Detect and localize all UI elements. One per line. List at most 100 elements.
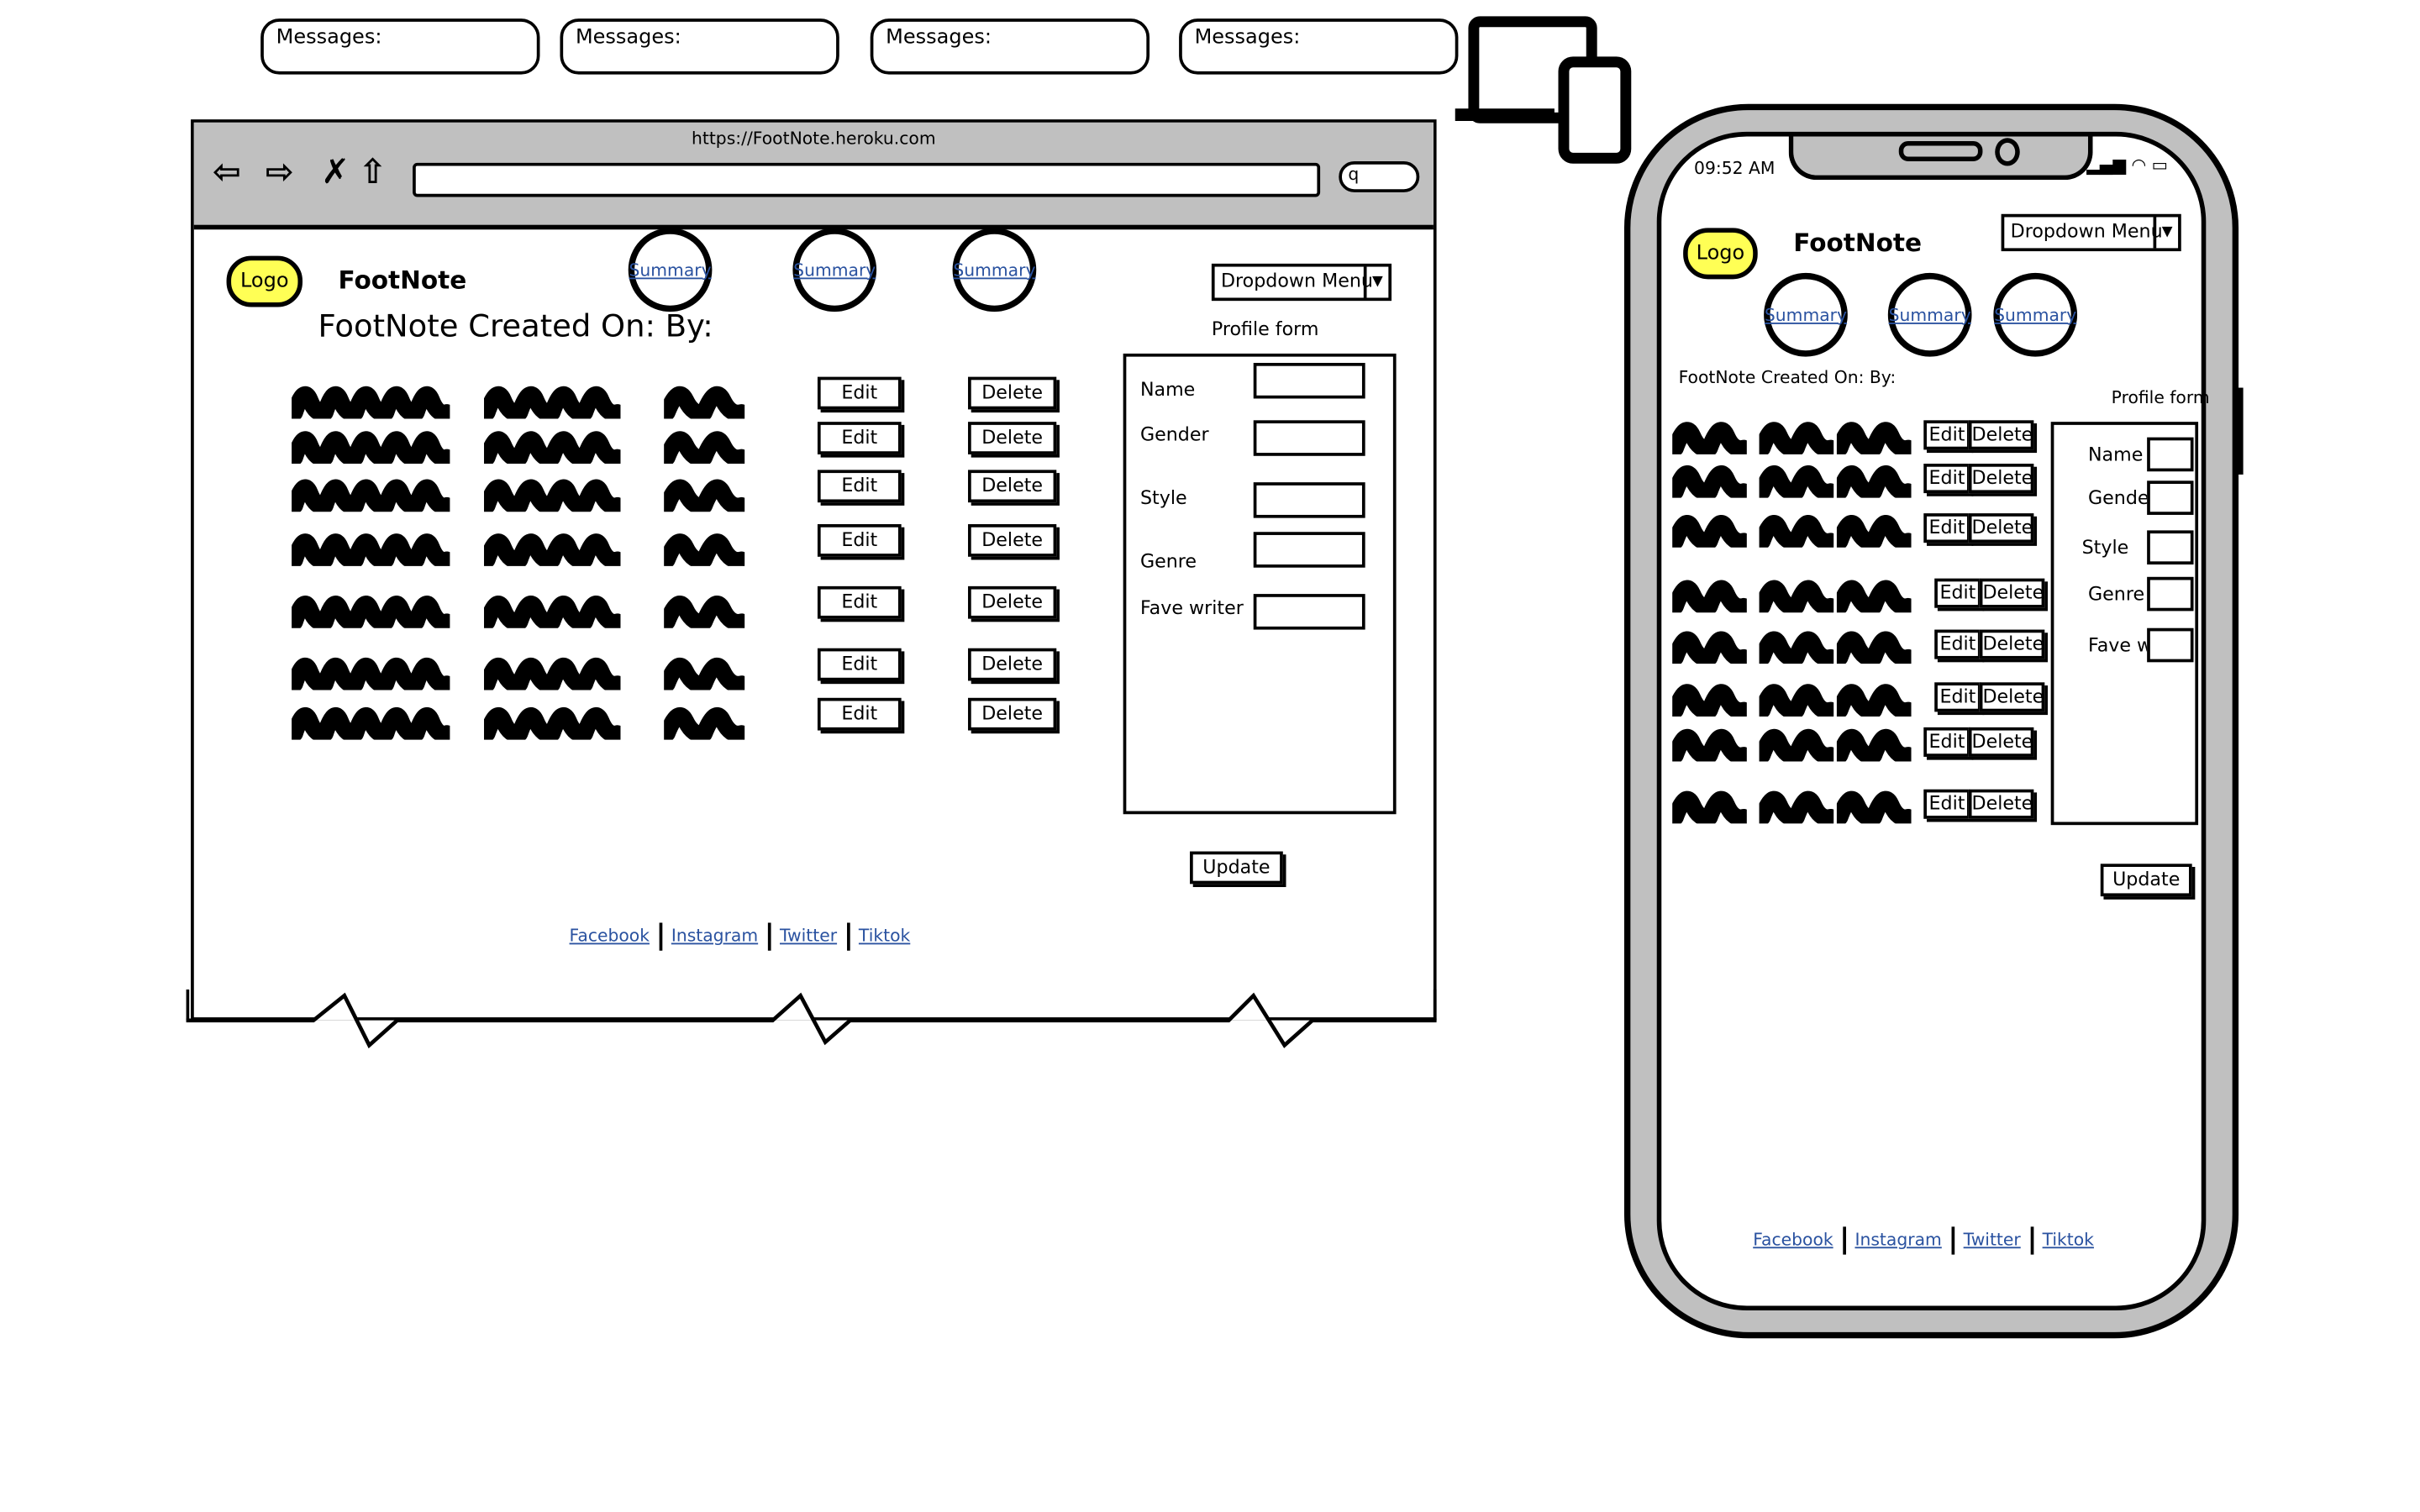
delete-button[interactable]: Delete (968, 585, 1057, 619)
update-button[interactable]: Update (2100, 864, 2192, 897)
back-arrow-icon[interactable]: ⇦ (213, 154, 241, 192)
summary-link[interactable]: Summary (629, 260, 711, 280)
field-input[interactable] (1253, 363, 1365, 399)
field-input[interactable] (1253, 482, 1365, 518)
field-label: Genre (2087, 583, 2145, 606)
scribble-text (1672, 422, 1747, 454)
search-button[interactable]: q (1339, 161, 1420, 192)
facebook-link[interactable]: Facebook (1753, 1230, 1833, 1250)
edit-button[interactable]: Edit (817, 376, 902, 410)
field-input[interactable] (1253, 420, 1365, 456)
twitter-link[interactable]: Twitter (1964, 1230, 2021, 1250)
delete-button[interactable]: Delete (1979, 629, 2045, 659)
message-box: Messages: (1179, 18, 1459, 75)
scribble-text (292, 533, 450, 566)
message-label: Messages: (886, 26, 992, 50)
edit-button[interactable]: Edit (1923, 789, 1970, 819)
devices-icon (1455, 16, 1632, 164)
home-icon[interactable]: ⇧ (358, 154, 387, 192)
profile-form-label: Profile form (2111, 387, 2210, 408)
logo[interactable]: Logo (1683, 228, 1758, 280)
edit-button[interactable]: Edit (817, 524, 902, 557)
scribble-text (1836, 684, 1912, 717)
edit-button[interactable]: Edit (1923, 727, 1970, 757)
field-input[interactable] (2147, 480, 2194, 515)
field-label: Genre (1139, 550, 1197, 573)
search-icon: q (1348, 164, 1360, 185)
twitter-link[interactable]: Twitter (780, 926, 837, 946)
message-box: Messages: (260, 18, 540, 75)
edit-button[interactable]: Edit (1934, 682, 1981, 712)
field-input[interactable] (2147, 437, 2194, 472)
edit-button[interactable]: Edit (1923, 464, 1970, 494)
edit-button[interactable]: Edit (817, 648, 902, 681)
edit-button[interactable]: Edit (1934, 578, 1981, 608)
delete-button[interactable]: Delete (1968, 727, 2034, 757)
delete-button[interactable]: Delete (968, 470, 1057, 503)
edit-button[interactable]: Edit (1923, 420, 1970, 450)
message-label: Messages: (575, 26, 681, 50)
update-button[interactable]: Update (1190, 851, 1283, 885)
delete-button[interactable]: Delete (968, 376, 1057, 410)
tiktok-link[interactable]: Tiktok (859, 926, 910, 946)
scribble-text (1672, 515, 1747, 548)
delete-button[interactable]: Delete (968, 524, 1057, 557)
footer-links: Facebook Instagram Twitter Tiktok (1753, 1226, 2094, 1255)
close-icon[interactable]: ✗ (321, 154, 350, 192)
instagram-link[interactable]: Instagram (671, 926, 758, 946)
dropdown-menu[interactable]: Dropdown Menu ▼ (1211, 263, 1392, 302)
scribble-text (1759, 422, 1834, 454)
address-bar[interactable] (413, 162, 1321, 197)
divider (2029, 1226, 2033, 1255)
scribble-text (1836, 729, 1912, 762)
summary-link[interactable]: Summary (1994, 305, 2076, 325)
message-label: Messages: (1194, 26, 1301, 50)
delete-button[interactable]: Delete (968, 697, 1057, 731)
scribble-text (664, 596, 745, 628)
delete-button[interactable]: Delete (1968, 464, 2034, 494)
edit-button[interactable]: Edit (817, 470, 902, 503)
dropdown-menu[interactable]: Dropdown Menu ▼ (2001, 213, 2181, 252)
instagram-link[interactable]: Instagram (1854, 1230, 1941, 1250)
facebook-link[interactable]: Facebook (570, 926, 650, 946)
logo[interactable]: Logo (226, 255, 303, 307)
scribble-text (664, 707, 745, 740)
scribble-text (292, 479, 450, 512)
scribble-text (1836, 515, 1912, 548)
field-input[interactable] (1253, 532, 1365, 568)
summary-link[interactable]: Summary (1765, 305, 1847, 325)
field-input[interactable] (2147, 530, 2194, 565)
footer-links: Facebook Instagram Twitter Tiktok (570, 922, 910, 951)
delete-button[interactable]: Delete (1968, 420, 2034, 450)
scribble-text (664, 386, 745, 419)
tiktok-link[interactable]: Tiktok (2043, 1230, 2094, 1250)
edit-button[interactable]: Edit (817, 697, 902, 731)
scribble-text (1759, 580, 1834, 613)
scribble-text (664, 658, 745, 690)
delete-button[interactable]: Delete (1979, 682, 2045, 712)
delete-button[interactable]: Delete (968, 422, 1057, 454)
edit-button[interactable]: Edit (817, 422, 902, 454)
field-input[interactable] (1253, 594, 1365, 630)
scribble-text (292, 657, 450, 690)
forward-arrow-icon[interactable]: ⇨ (266, 154, 294, 192)
edit-button[interactable]: Edit (1923, 513, 1970, 543)
app-title: FootNote (338, 265, 467, 295)
delete-button[interactable]: Delete (968, 648, 1057, 681)
divider (1842, 1226, 1846, 1255)
field-input[interactable] (2147, 576, 2194, 612)
summary-link[interactable]: Summary (1889, 305, 1971, 325)
divider (1950, 1226, 1954, 1255)
edit-button[interactable]: Edit (817, 585, 902, 619)
delete-button[interactable]: Delete (1968, 789, 2034, 819)
summary-link[interactable]: Summary (953, 260, 1035, 280)
edit-button[interactable]: Edit (1934, 629, 1981, 659)
summary-link[interactable]: Summary (793, 260, 876, 280)
scribble-text (484, 533, 621, 566)
field-input[interactable] (2147, 627, 2194, 663)
wireframe-canvas: Messages: Messages: Messages: Messages: … (0, 0, 2420, 1512)
delete-button[interactable]: Delete (1979, 578, 2045, 608)
delete-button[interactable]: Delete (1968, 513, 2034, 543)
scribble-text (484, 386, 621, 419)
field-label: Style (1139, 486, 1187, 509)
